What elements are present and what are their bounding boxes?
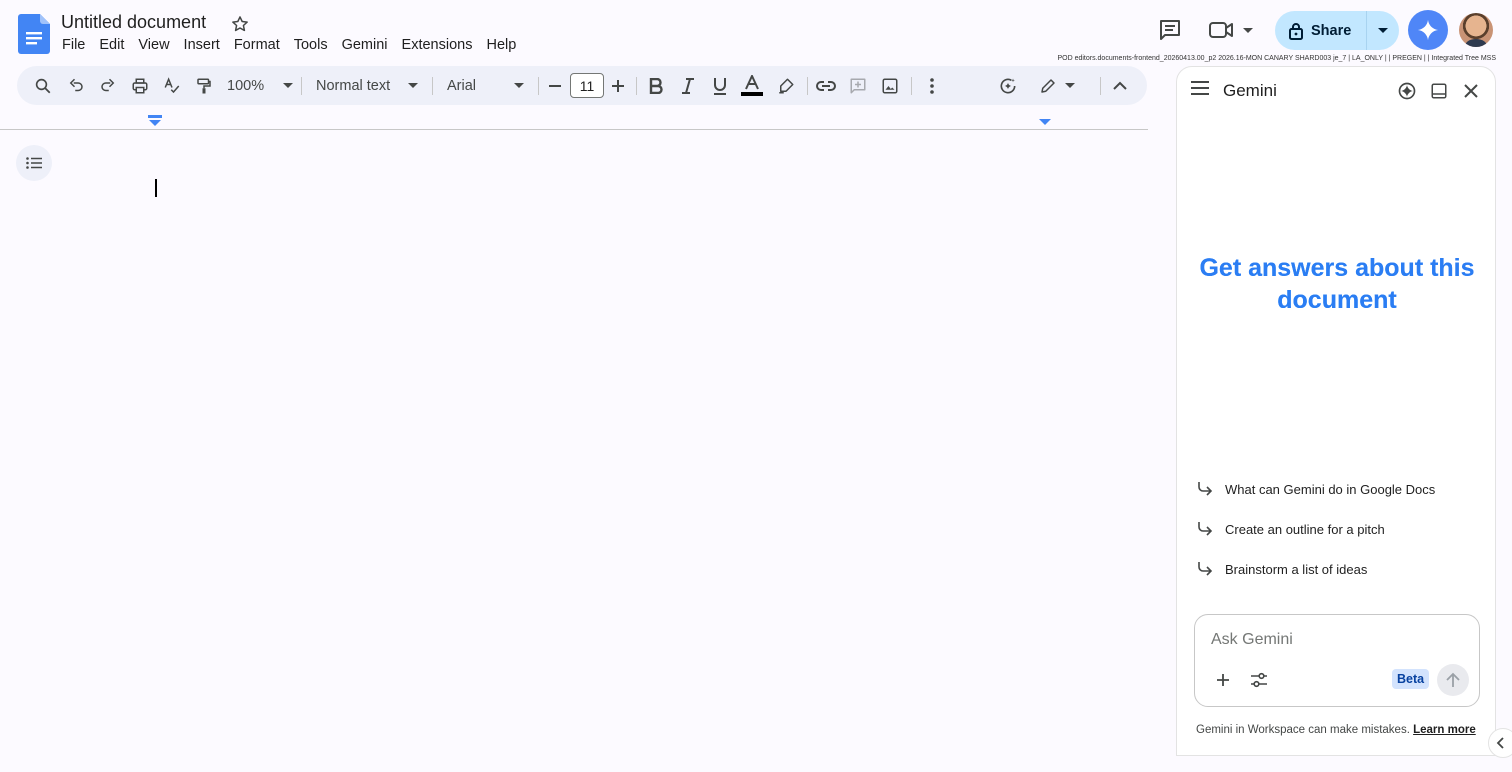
collapse-menus-icon[interactable] — [1108, 66, 1132, 105]
bold-icon[interactable] — [644, 66, 668, 105]
comments-icon[interactable] — [1156, 16, 1184, 44]
disclaimer: Gemini in Workspace can make mistakes. L… — [1196, 724, 1476, 736]
lock-icon — [1289, 22, 1303, 40]
google-docs-icon[interactable] — [18, 14, 50, 54]
paragraph-style-select[interactable]: Normal text — [316, 66, 418, 105]
underline-icon[interactable] — [708, 66, 732, 105]
suggestion-label: What can Gemini do in Google Docs — [1225, 481, 1436, 497]
italic-icon[interactable] — [676, 66, 700, 105]
highlight-color-icon[interactable] — [774, 66, 798, 105]
gemini-hero-heading: Get answers about this document — [1197, 252, 1477, 316]
share-button-group: Share — [1275, 11, 1399, 50]
editing-mode-select[interactable] — [1037, 66, 1077, 105]
add-comment-icon[interactable] — [846, 66, 870, 105]
ask-gemini-box: Beta — [1194, 614, 1480, 707]
search-menus-icon[interactable] — [31, 66, 55, 105]
close-icon[interactable] — [1460, 80, 1482, 102]
spellcheck-icon[interactable] — [160, 66, 184, 105]
disclaimer-text: Gemini in Workspace can make mistakes. — [1196, 724, 1410, 736]
arrow-reply-icon — [1198, 562, 1213, 576]
chevron-down-icon — [1378, 27, 1388, 33]
text-cursor — [155, 179, 157, 197]
menu-edit[interactable]: Edit — [93, 36, 132, 56]
insert-link-icon[interactable] — [814, 66, 838, 105]
text-color-icon[interactable] — [738, 66, 766, 105]
font-family-value: Arial — [447, 77, 477, 94]
pencil-icon — [1041, 78, 1055, 93]
menu-format[interactable]: Format — [228, 36, 288, 56]
panel-title: Gemini — [1223, 81, 1277, 100]
gemini-spark-icon — [1417, 19, 1439, 41]
zoom-select[interactable]: 100% — [227, 66, 293, 105]
gemini-refine-icon[interactable] — [996, 66, 1020, 105]
undo-icon[interactable] — [64, 66, 88, 105]
gemini-side-panel: Gemini Get answers about this document W… — [1176, 66, 1496, 756]
menu-extensions[interactable]: Extensions — [396, 36, 481, 56]
suggestion-chip[interactable]: Create an outline for a pitch — [1197, 516, 1385, 542]
chevron-down-icon — [1065, 82, 1075, 88]
document-outline-button[interactable] — [16, 145, 52, 181]
ask-gemini-input[interactable] — [1211, 629, 1461, 651]
toolbar: 100% Normal text Arial 11 — [17, 66, 1147, 105]
gemini-button[interactable] — [1408, 10, 1448, 50]
print-icon[interactable] — [128, 66, 152, 105]
chevron-down-icon — [514, 82, 524, 88]
menu-gemini[interactable]: Gemini — [336, 36, 396, 56]
arrow-reply-icon — [1198, 482, 1213, 496]
share-dropdown-button[interactable] — [1366, 11, 1399, 50]
menu-bar: File Edit View Insert Format Tools Gemin… — [56, 36, 524, 56]
insert-image-icon[interactable] — [878, 66, 902, 105]
menu-tools[interactable]: Tools — [288, 36, 336, 56]
account-avatar[interactable] — [1459, 13, 1493, 47]
build-info: POD editors.documents-frontend_20260413.… — [1057, 55, 1496, 62]
suggestion-label: Create an outline for a pitch — [1225, 521, 1385, 537]
share-label: Share — [1311, 22, 1352, 39]
side-panel-toggle[interactable] — [1488, 728, 1512, 758]
arrow-up-icon — [1446, 672, 1460, 687]
menu-file[interactable]: File — [56, 36, 93, 56]
decrease-font-size-icon[interactable] — [545, 66, 565, 105]
video-call-icon[interactable] — [1204, 14, 1260, 46]
star-icon[interactable] — [230, 14, 250, 34]
share-button[interactable]: Share — [1275, 11, 1366, 50]
open-full-view-icon[interactable] — [1428, 80, 1450, 102]
increase-font-size-icon[interactable] — [608, 66, 628, 105]
document-title[interactable]: Untitled document — [61, 11, 206, 34]
tools-icon[interactable] — [1246, 667, 1272, 693]
add-icon[interactable] — [1210, 667, 1236, 693]
learn-more-link[interactable]: Learn more — [1413, 724, 1476, 736]
more-options-icon[interactable] — [920, 66, 944, 105]
list-icon — [26, 157, 42, 169]
hamburger-menu-icon[interactable] — [1191, 81, 1213, 101]
ruler — [0, 112, 1148, 130]
beta-badge: Beta — [1392, 669, 1430, 689]
send-button[interactable] — [1437, 664, 1469, 696]
menu-help[interactable]: Help — [480, 36, 524, 56]
right-indent-marker[interactable] — [1038, 118, 1052, 126]
chevron-down-icon — [408, 82, 418, 88]
font-size-input[interactable]: 11 — [570, 73, 604, 98]
chevron-left-icon — [1496, 737, 1504, 749]
suggestion-label: Brainstorm a list of ideas — [1225, 561, 1368, 577]
redo-icon[interactable] — [96, 66, 120, 105]
chevron-down-icon — [283, 82, 293, 88]
arrow-reply-icon — [1198, 522, 1213, 536]
suggestion-chip[interactable]: Brainstorm a list of ideas — [1197, 556, 1367, 582]
menu-insert[interactable]: Insert — [178, 36, 228, 56]
suggestion-chip[interactable]: What can Gemini do in Google Docs — [1197, 476, 1435, 502]
font-family-select[interactable]: Arial — [447, 66, 524, 105]
gem-icon[interactable] — [1396, 80, 1418, 102]
paint-format-icon[interactable] — [192, 66, 216, 105]
menu-view[interactable]: View — [132, 36, 177, 56]
paragraph-style-value: Normal text — [316, 77, 391, 94]
left-indent-marker[interactable] — [148, 115, 162, 127]
zoom-value: 100% — [227, 77, 265, 94]
